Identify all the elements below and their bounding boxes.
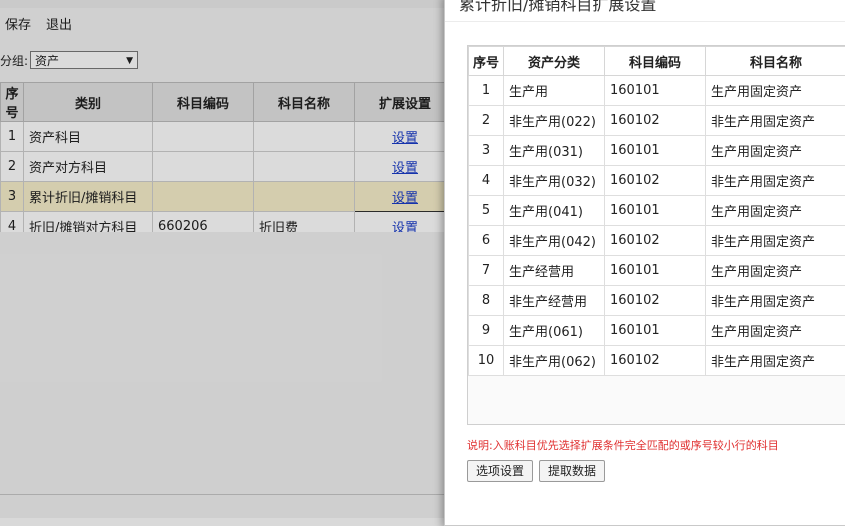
row-code: 160102 (605, 346, 706, 376)
column-header-code: 科目编码 (605, 47, 706, 76)
column-header-name: 科目名称 (706, 47, 845, 76)
row-asset-category: 生产经营用 (504, 256, 605, 286)
row-code: 160101 (605, 256, 706, 286)
row-asset-category: 非生产用(032) (504, 166, 605, 196)
row-no: 7 (469, 256, 504, 286)
row-name: 生产用固定资产 (706, 256, 845, 286)
table-row[interactable]: 9生产用(061)160101生产用固定资产 (469, 316, 845, 346)
extension-grid: 序号 资产分类 科目编码 科目名称 1生产用160101生产用固定资产2非生产用… (467, 45, 845, 425)
note-text: 说明:入账科目优先选择扩展条件完全匹配的或序号较小行的科目 (467, 437, 779, 453)
table-row[interactable]: 10非生产用(062)160102非生产用固定资产 (469, 346, 845, 376)
row-no: 10 (469, 346, 504, 376)
row-asset-category: 生产用(061) (504, 316, 605, 346)
table-row[interactable]: 4非生产用(032)160102非生产用固定资产 (469, 166, 845, 196)
row-no: 5 (469, 196, 504, 226)
row-code: 160101 (605, 316, 706, 346)
row-name: 生产用固定资产 (706, 196, 845, 226)
row-asset-category: 非生产经营用 (504, 286, 605, 316)
row-code: 160101 (605, 196, 706, 226)
table-row[interactable]: 8非生产经营用160102非生产用固定资产 (469, 286, 845, 316)
row-no: 1 (469, 76, 504, 106)
row-code: 160102 (605, 286, 706, 316)
table-row[interactable]: 2非生产用(022)160102非生产用固定资产 (469, 106, 845, 136)
extension-table: 序号 资产分类 科目编码 科目名称 1生产用160101生产用固定资产2非生产用… (468, 46, 845, 376)
row-code: 160101 (605, 76, 706, 106)
row-asset-category: 非生产用(062) (504, 346, 605, 376)
row-name: 生产用固定资产 (706, 76, 845, 106)
row-asset-category: 生产用(031) (504, 136, 605, 166)
row-asset-category: 生产用 (504, 76, 605, 106)
column-header-asset-category: 资产分类 (504, 47, 605, 76)
row-no: 3 (469, 136, 504, 166)
row-name: 非生产用固定资产 (706, 346, 845, 376)
row-name: 非生产用固定资产 (706, 166, 845, 196)
row-no: 4 (469, 166, 504, 196)
row-name: 非生产用固定资产 (706, 286, 845, 316)
table-row[interactable]: 1生产用160101生产用固定资产 (469, 76, 845, 106)
extension-settings-dialog: 累计折旧/摊销科目扩展设置 序号 资产分类 科目编码 科目名称 1生产用1601… (444, 0, 845, 526)
row-name: 生产用固定资产 (706, 136, 845, 166)
row-no: 9 (469, 316, 504, 346)
dialog-title: 累计折旧/摊销科目扩展设置 (459, 0, 656, 15)
row-name: 非生产用固定资产 (706, 106, 845, 136)
row-asset-category: 非生产用(022) (504, 106, 605, 136)
row-no: 8 (469, 286, 504, 316)
row-asset-category: 非生产用(042) (504, 226, 605, 256)
column-header-no: 序号 (469, 47, 504, 76)
table-row[interactable]: 3生产用(031)160101生产用固定资产 (469, 136, 845, 166)
row-code: 160102 (605, 106, 706, 136)
table-row[interactable]: 5生产用(041)160101生产用固定资产 (469, 196, 845, 226)
row-name: 生产用固定资产 (706, 316, 845, 346)
table-header-row: 序号 资产分类 科目编码 科目名称 (469, 47, 845, 76)
row-code: 160102 (605, 226, 706, 256)
row-code: 160102 (605, 166, 706, 196)
table-row[interactable]: 6非生产用(042)160102非生产用固定资产 (469, 226, 845, 256)
fetch-data-button[interactable]: 提取数据 (539, 460, 605, 482)
row-name: 非生产用固定资产 (706, 226, 845, 256)
row-code: 160101 (605, 136, 706, 166)
title-divider (445, 21, 845, 22)
options-button[interactable]: 选项设置 (467, 460, 533, 482)
row-asset-category: 生产用(041) (504, 196, 605, 226)
row-no: 6 (469, 226, 504, 256)
row-no: 2 (469, 106, 504, 136)
table-row[interactable]: 7生产经营用160101生产用固定资产 (469, 256, 845, 286)
